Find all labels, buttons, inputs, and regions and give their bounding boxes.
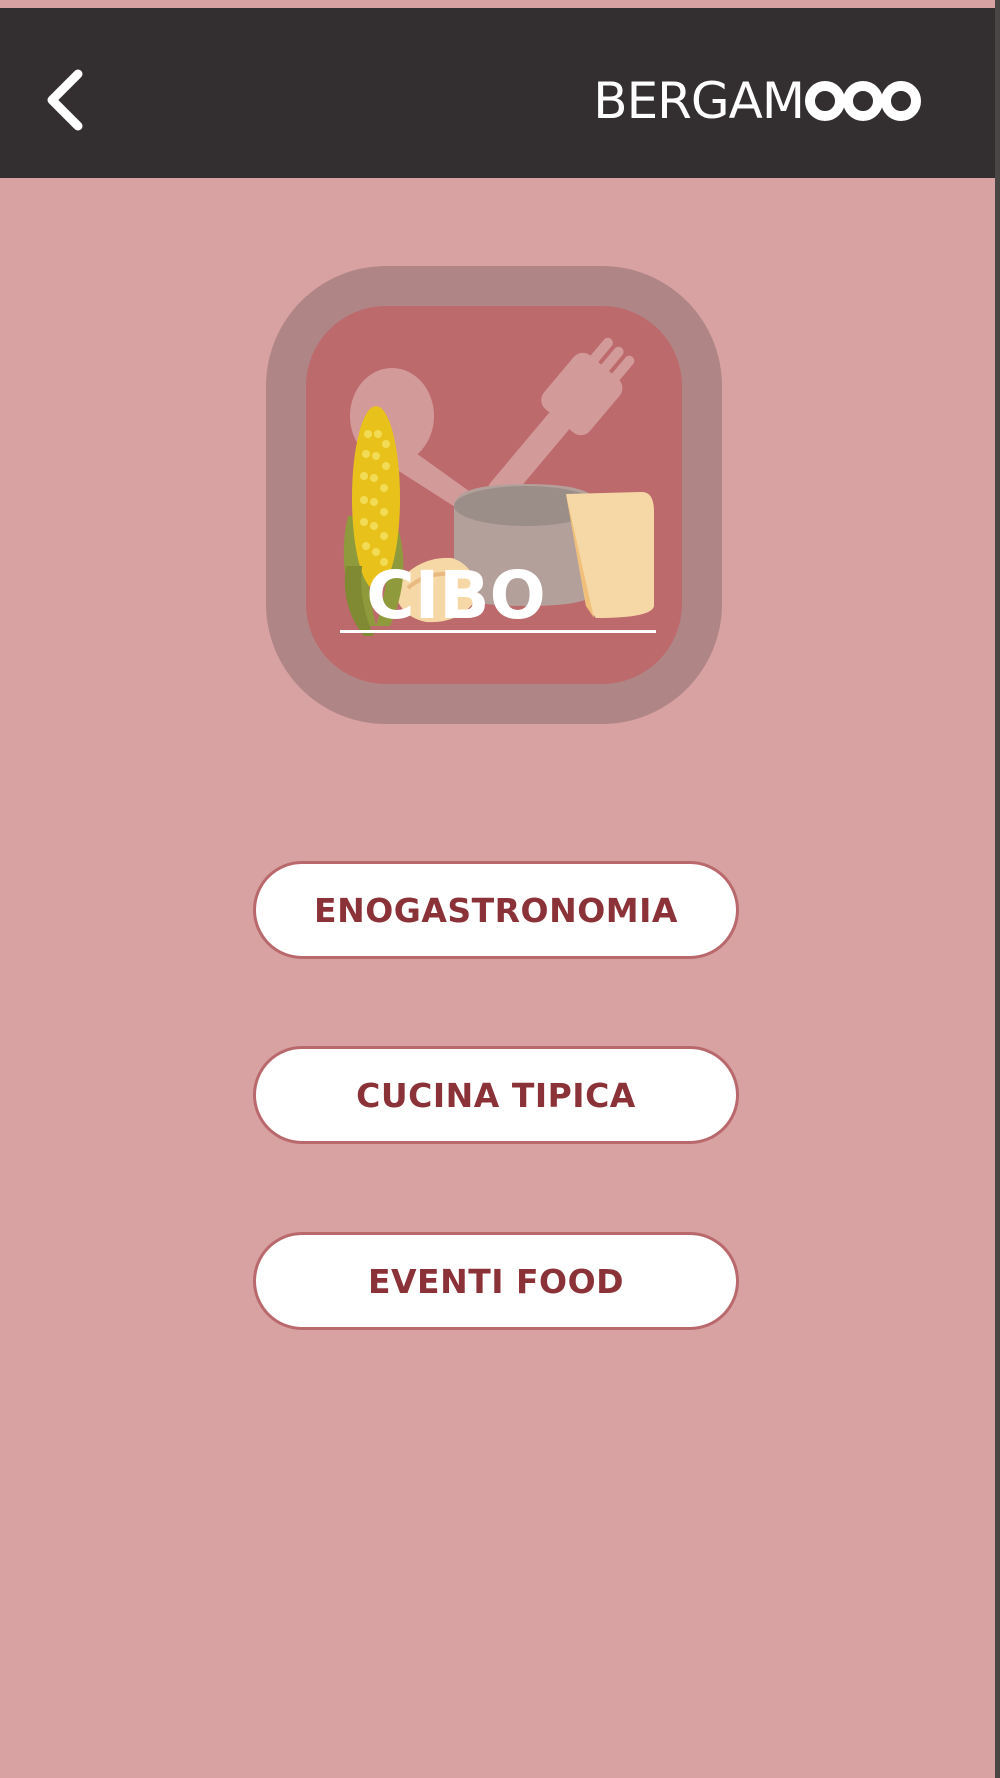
menu-button-enogastronomia[interactable]: ENOGASTRONOMIA	[253, 861, 739, 959]
menu-button-label: EVENTI FOOD	[367, 1261, 625, 1301]
app-screen: BERGAM CIBO ENOGASTRONOMIA CUCINA TIPICA…	[0, 0, 995, 1778]
badge-label: CIBO	[366, 557, 545, 634]
badge-underline	[340, 630, 656, 633]
app-header: BERGAM	[0, 8, 995, 178]
cibo-category-badge: CIBO	[266, 266, 722, 724]
window-edge	[995, 178, 1000, 1778]
chevron-left-icon	[47, 69, 83, 131]
three-circles-logo-icon	[805, 78, 925, 124]
menu-button-cucina-tipica[interactable]: CUCINA TIPICA	[253, 1046, 739, 1144]
back-button[interactable]	[32, 60, 96, 140]
menu-button-label: ENOGASTRONOMIA	[314, 890, 678, 930]
menu-button-eventi-food[interactable]: EVENTI FOOD	[253, 1232, 739, 1330]
menu-button-label: CUCINA TIPICA	[356, 1075, 636, 1115]
brand-logo: BERGAM	[593, 66, 925, 136]
brand-text: BERGAM	[593, 72, 805, 130]
